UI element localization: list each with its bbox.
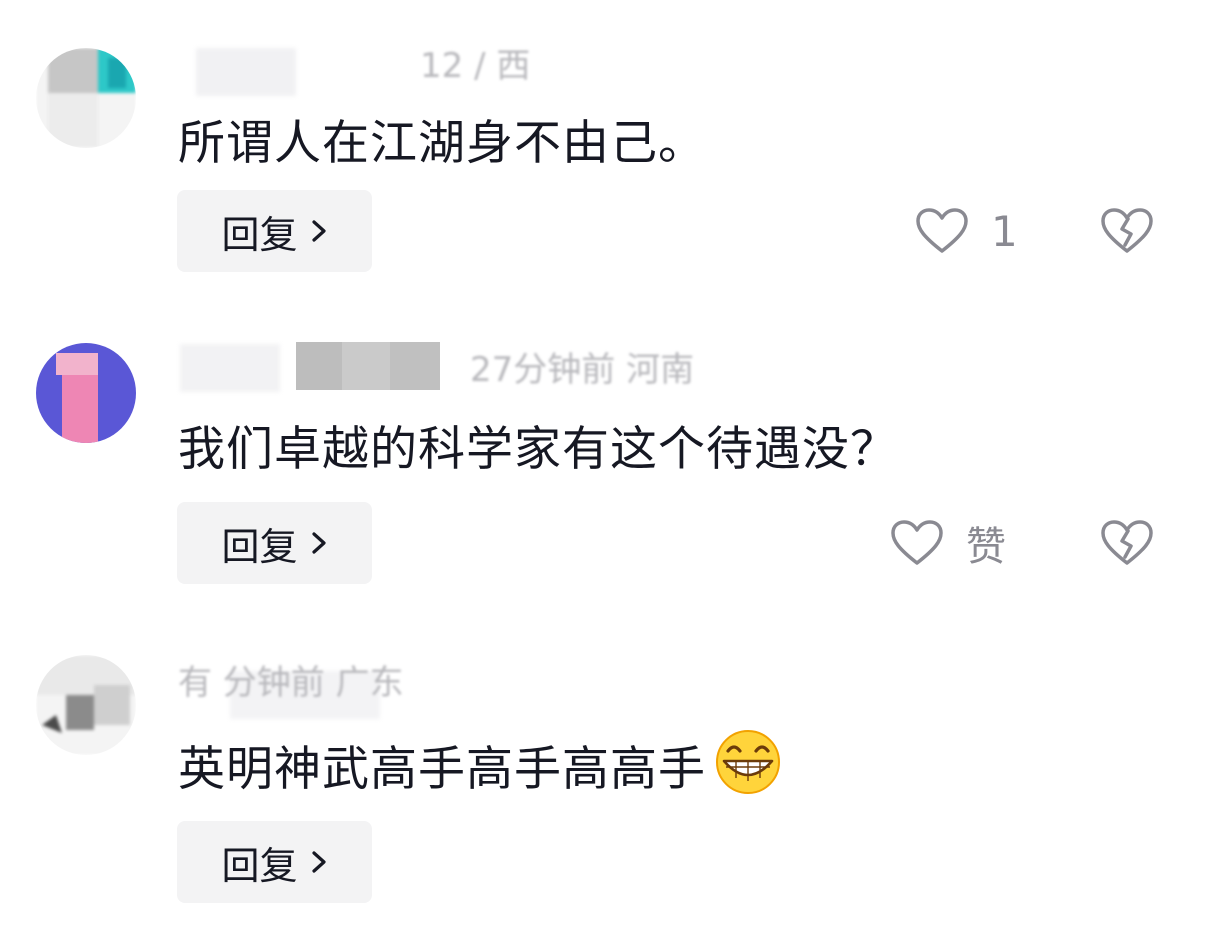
broken-heart-icon: [1101, 208, 1153, 253]
reply-label: 回复: [221, 843, 298, 888]
comment-item: 有 分钟前 广东 英明神武高手高手高高手 回复: [0, 635, 1229, 935]
username-mosaic: [196, 48, 296, 96]
username-mosaic: [390, 342, 440, 390]
like-count: 赞: [966, 524, 1006, 570]
dislike-button[interactable]: [1100, 502, 1154, 584]
chevron-right-icon: [311, 532, 326, 554]
comment-text: 我们卓越的科学家有这个待遇没？: [178, 422, 898, 477]
chevron-right-icon: [311, 851, 326, 873]
reply-button[interactable]: 回复: [177, 821, 372, 903]
avatar[interactable]: [36, 655, 136, 755]
dislike-button[interactable]: [1100, 190, 1154, 272]
like-button[interactable]: 赞: [890, 502, 1006, 584]
avatar-mosaic: [36, 655, 136, 755]
username-mosaic: [180, 344, 280, 392]
avatar[interactable]: [36, 48, 136, 148]
comment-item: 27分钟前 河南 我们卓越的科学家有这个待遇没？ 回复 赞: [0, 340, 1229, 590]
username-mosaic: [296, 342, 342, 390]
broken-heart-icon: [1101, 520, 1153, 565]
heart-outline-icon: [891, 520, 943, 565]
comment-meta: 27分钟前 河南: [470, 350, 695, 390]
like-count: 1: [991, 206, 1018, 256]
comment-text: 英明神武高手高手高高手: [178, 729, 786, 810]
reply-label: 回复: [221, 524, 298, 569]
comment-text: 所谓人在江湖身不由己。: [178, 116, 706, 171]
avatar[interactable]: [36, 343, 136, 443]
chevron-right-icon: [311, 220, 326, 242]
comment-item: 12 / 西 所谓人在江湖身不由己。 回复 1: [0, 40, 1229, 280]
comment-meta: 有 分钟前 广东: [178, 663, 404, 703]
like-button[interactable]: 1: [915, 190, 1018, 272]
username-mosaic: [342, 342, 390, 390]
reply-button[interactable]: 回复: [177, 190, 372, 272]
avatar-mosaic: [36, 343, 136, 443]
avatar-mosaic: [36, 48, 136, 148]
comment-text-content: 英明神武高手高手高高手: [178, 742, 706, 797]
reply-button[interactable]: 回复: [177, 502, 372, 584]
reply-label: 回复: [221, 212, 298, 257]
comment-meta: 12 / 西: [420, 46, 531, 86]
heart-outline-icon: [916, 208, 968, 253]
grinning-emoji-icon: [710, 729, 786, 810]
